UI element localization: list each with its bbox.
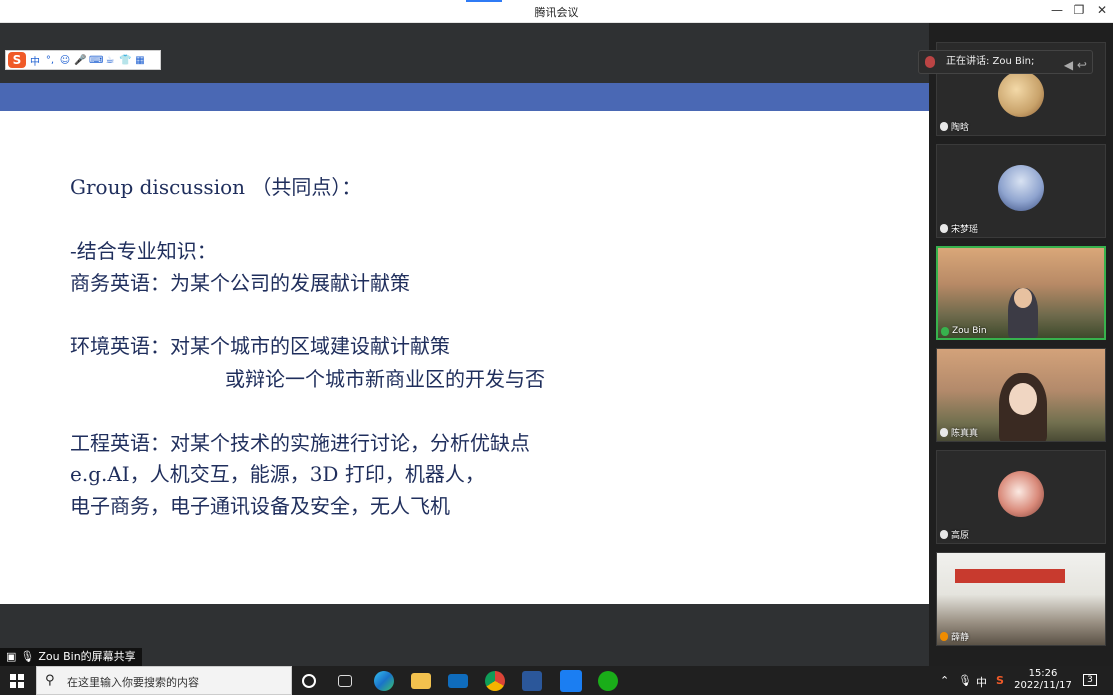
slide-content: Group discussion （共同点）： -结合专业知识： 商务英语：为某… xyxy=(0,111,929,604)
file-explorer-icon[interactable] xyxy=(411,673,431,689)
notification-center-icon[interactable]: 3 xyxy=(1083,674,1097,686)
chrome-icon[interactable] xyxy=(485,671,505,691)
window-title: 腾讯会议 xyxy=(534,6,579,19)
punctuation-icon[interactable]: °, xyxy=(44,55,56,66)
participant-name: 陈真真 xyxy=(940,426,978,439)
taskbar: ⚲ 在这里输入你要搜索的内容 ⌃ 🎙 中 S 15:26 2022/11/17 … xyxy=(0,666,1113,695)
title-bar: 腾讯会议 — ❐ ✕ xyxy=(0,0,1113,23)
mail-icon[interactable] xyxy=(448,674,468,688)
cortana-icon[interactable] xyxy=(302,674,316,688)
tray-ime-label[interactable]: 中 xyxy=(976,674,987,690)
tencent-meeting-icon[interactable] xyxy=(560,670,582,692)
emoji-icon[interactable]: ☺ xyxy=(59,55,71,66)
participant-name: 高原 xyxy=(940,528,969,541)
participant-face xyxy=(1009,383,1037,415)
slide-line-5: 或辩论一个城市新商业区的开发与否 xyxy=(225,367,545,391)
title-accent xyxy=(466,0,502,2)
shared-screen: S 中 °, ☺ 🎤 ⌨ ☕ 👕 ▦ Group discussion （共同点… xyxy=(0,23,929,666)
participant-tile-6[interactable]: 薛静 xyxy=(936,552,1106,646)
participant-name: 宋梦瑶 xyxy=(940,222,978,235)
slide-line-7: e.g.AI，人机交互，能源，3D 打印，机器人， xyxy=(70,462,485,486)
voice-icon[interactable]: 🎤 xyxy=(74,55,86,66)
taskbar-clock[interactable]: 15:26 2022/11/17 xyxy=(1014,668,1072,692)
slide-line-3: 商务英语：为某个公司的发展献计献策 xyxy=(70,271,410,295)
tea-icon[interactable]: ☕ xyxy=(104,55,116,66)
sogou-logo-icon[interactable]: S xyxy=(8,52,26,68)
maximize-button[interactable]: ❐ xyxy=(1071,3,1087,17)
mic-icon xyxy=(940,530,948,539)
slide-line-4: 环境英语：对某个城市的区域建设献计献策 xyxy=(70,334,450,358)
screen-share-icon: ▣ xyxy=(6,650,17,663)
edge-icon[interactable] xyxy=(374,671,394,691)
keyboard-icon[interactable]: ⌨ xyxy=(89,55,103,66)
search-icon: ⚲ xyxy=(45,673,55,688)
tray-mic-icon[interactable]: 🎙 xyxy=(958,674,972,687)
word-icon[interactable] xyxy=(522,671,542,691)
participant-name: 薛静 xyxy=(940,630,969,643)
clock-time: 15:26 xyxy=(1028,668,1058,679)
toolbox-icon[interactable]: ▦ xyxy=(134,55,146,66)
mic-active-icon xyxy=(941,326,949,336)
participant-tile-3[interactable]: Zou Bin xyxy=(936,246,1106,340)
ime-toolbar[interactable]: S 中 °, ☺ 🎤 ⌨ ☕ 👕 ▦ xyxy=(5,50,161,70)
tray-sogou-icon[interactable]: S xyxy=(996,674,1004,687)
presenter-face xyxy=(1014,288,1032,308)
start-button[interactable] xyxy=(10,674,24,688)
slide-line-6: 工程英语：对某个技术的实施进行讨论，分析优缺点 xyxy=(70,431,530,455)
participant-name: Zou Bin xyxy=(941,326,987,336)
slide-header-band xyxy=(0,83,929,111)
participant-avatar xyxy=(998,71,1044,117)
mic-icon xyxy=(940,428,948,437)
participant-name: 陶晗 xyxy=(940,120,969,133)
search-placeholder: 在这里输入你要搜索的内容 xyxy=(67,676,199,689)
wechat-icon[interactable] xyxy=(598,671,618,691)
speaking-indicator: 正在讲话: Zou Bin; ◀ ↩ xyxy=(918,50,1093,74)
tray-expand-icon[interactable]: ⌃ xyxy=(940,674,949,687)
screen-share-label: ▣ 🎙 Zou Bin的屏幕共享 xyxy=(0,648,142,666)
participant-tile-5[interactable]: 高原 xyxy=(936,450,1106,544)
panel-nav-icon[interactable]: ◀ ↩ xyxy=(1064,54,1087,76)
slide-line-8: 电子商务，电子通讯设备及安全，无人飞机 xyxy=(70,494,450,518)
room-banner xyxy=(955,569,1065,583)
mic-icon: 🎙 xyxy=(20,650,35,663)
ime-lang-toggle[interactable]: 中 xyxy=(29,53,41,68)
slide-line-1: Group discussion （共同点）： xyxy=(70,175,362,199)
taskbar-search[interactable]: ⚲ 在这里输入你要搜索的内容 xyxy=(36,666,292,695)
clock-date: 2022/11/17 xyxy=(1014,680,1072,691)
slide-line-2: -结合专业知识： xyxy=(70,239,217,263)
participant-tile-4[interactable]: 陈真真 xyxy=(936,348,1106,442)
screen: 腾讯会议 — ❐ ✕ S 中 °, ☺ 🎤 ⌨ ☕ 👕 ▦ Group disc… xyxy=(0,0,1113,695)
mic-icon xyxy=(940,122,948,131)
close-button[interactable]: ✕ xyxy=(1094,3,1110,17)
task-view-icon[interactable] xyxy=(338,675,352,687)
participant-avatar xyxy=(998,471,1044,517)
participant-tile-2[interactable]: 宋梦瑶 xyxy=(936,144,1106,238)
participant-avatar xyxy=(998,165,1044,211)
user-icon xyxy=(940,632,948,641)
share-owner-text: Zou Bin的屏幕共享 xyxy=(38,650,136,663)
speaker-mic-icon xyxy=(925,56,935,68)
mic-icon xyxy=(940,224,948,233)
skin-icon[interactable]: 👕 xyxy=(119,55,131,66)
minimize-button[interactable]: — xyxy=(1049,3,1065,17)
